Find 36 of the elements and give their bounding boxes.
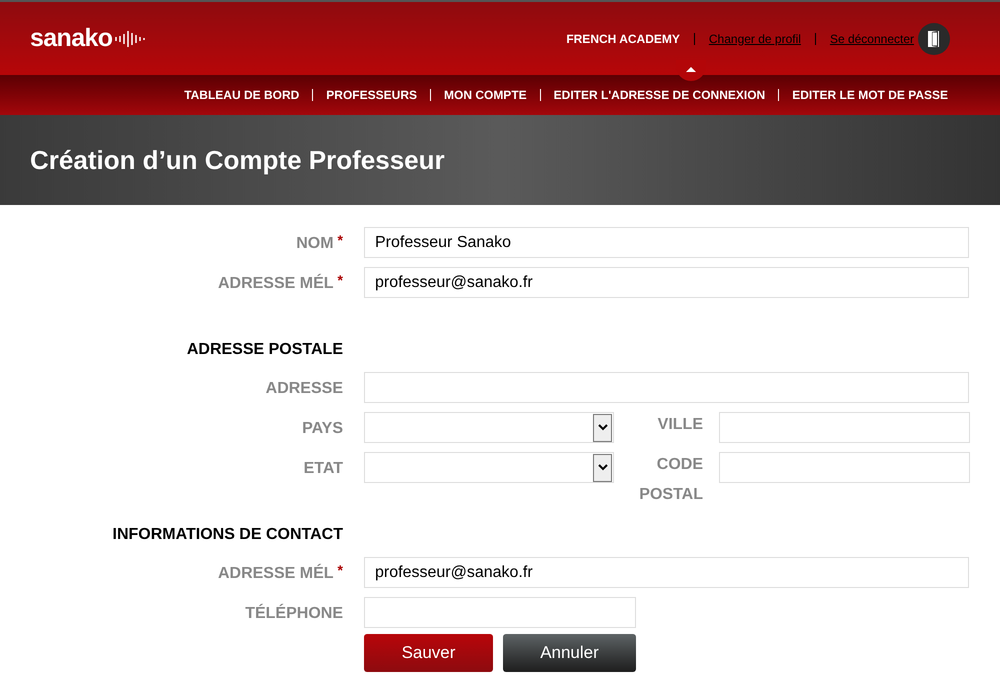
field-label: ADRESSE — [266, 379, 343, 399]
field-label: PAYS — [302, 419, 343, 439]
nav-link[interactable]: EDITER LE MOT DE PASSE — [792, 86, 948, 104]
text-input[interactable] — [364, 597, 636, 628]
select-dropdown[interactable] — [364, 412, 614, 443]
text-input[interactable] — [719, 452, 970, 483]
nav-link[interactable]: PROFESSEURS — [326, 86, 417, 104]
chevron-down-icon — [598, 464, 608, 471]
field-label: CODE POSTAL — [638, 455, 703, 505]
text-input[interactable] — [719, 412, 970, 443]
text-input[interactable]: professeur@sanako.fr — [364, 557, 969, 588]
required-mark: * — [338, 271, 343, 290]
school-name: FRENCH ACADEMY — [566, 30, 680, 48]
field-label: ETAT — [304, 459, 343, 479]
text-input[interactable]: Professeur Sanako — [364, 227, 969, 258]
required-mark: * — [338, 561, 343, 580]
text-input[interactable]: professeur@sanako.fr — [364, 267, 969, 298]
section-heading: ADRESSE POSTALE — [186, 340, 343, 360]
nav-link[interactable]: MON COMPTE — [444, 86, 527, 104]
select-dropdown[interactable] — [364, 452, 614, 483]
field-label: ADRESSE MÉL — [218, 562, 334, 584]
nav-link[interactable]: TABLEAU DE BORD — [184, 86, 300, 104]
chevron-down-icon — [598, 424, 608, 431]
required-mark: * — [338, 231, 343, 250]
door-exit-icon[interactable] — [918, 22, 950, 54]
cancel-button[interactable]: Annuler — [503, 634, 636, 672]
text-input[interactable] — [364, 372, 969, 403]
field-label: TÉLÉPHONE — [245, 602, 343, 624]
save-button[interactable]: Sauver — [364, 634, 493, 672]
field-label: VILLE — [656, 415, 703, 435]
field-label: NOM — [296, 234, 334, 254]
nav-link[interactable]: EDITER L'ADRESSE DE CONNEXION — [554, 86, 766, 104]
logo: sanako — [30, 26, 112, 51]
section-heading: INFORMATIONS DE CONTACT — [112, 525, 343, 545]
field-label: ADRESSE MÉL — [218, 272, 334, 294]
page-title: Création d’un Compte Professeur — [30, 144, 445, 176]
